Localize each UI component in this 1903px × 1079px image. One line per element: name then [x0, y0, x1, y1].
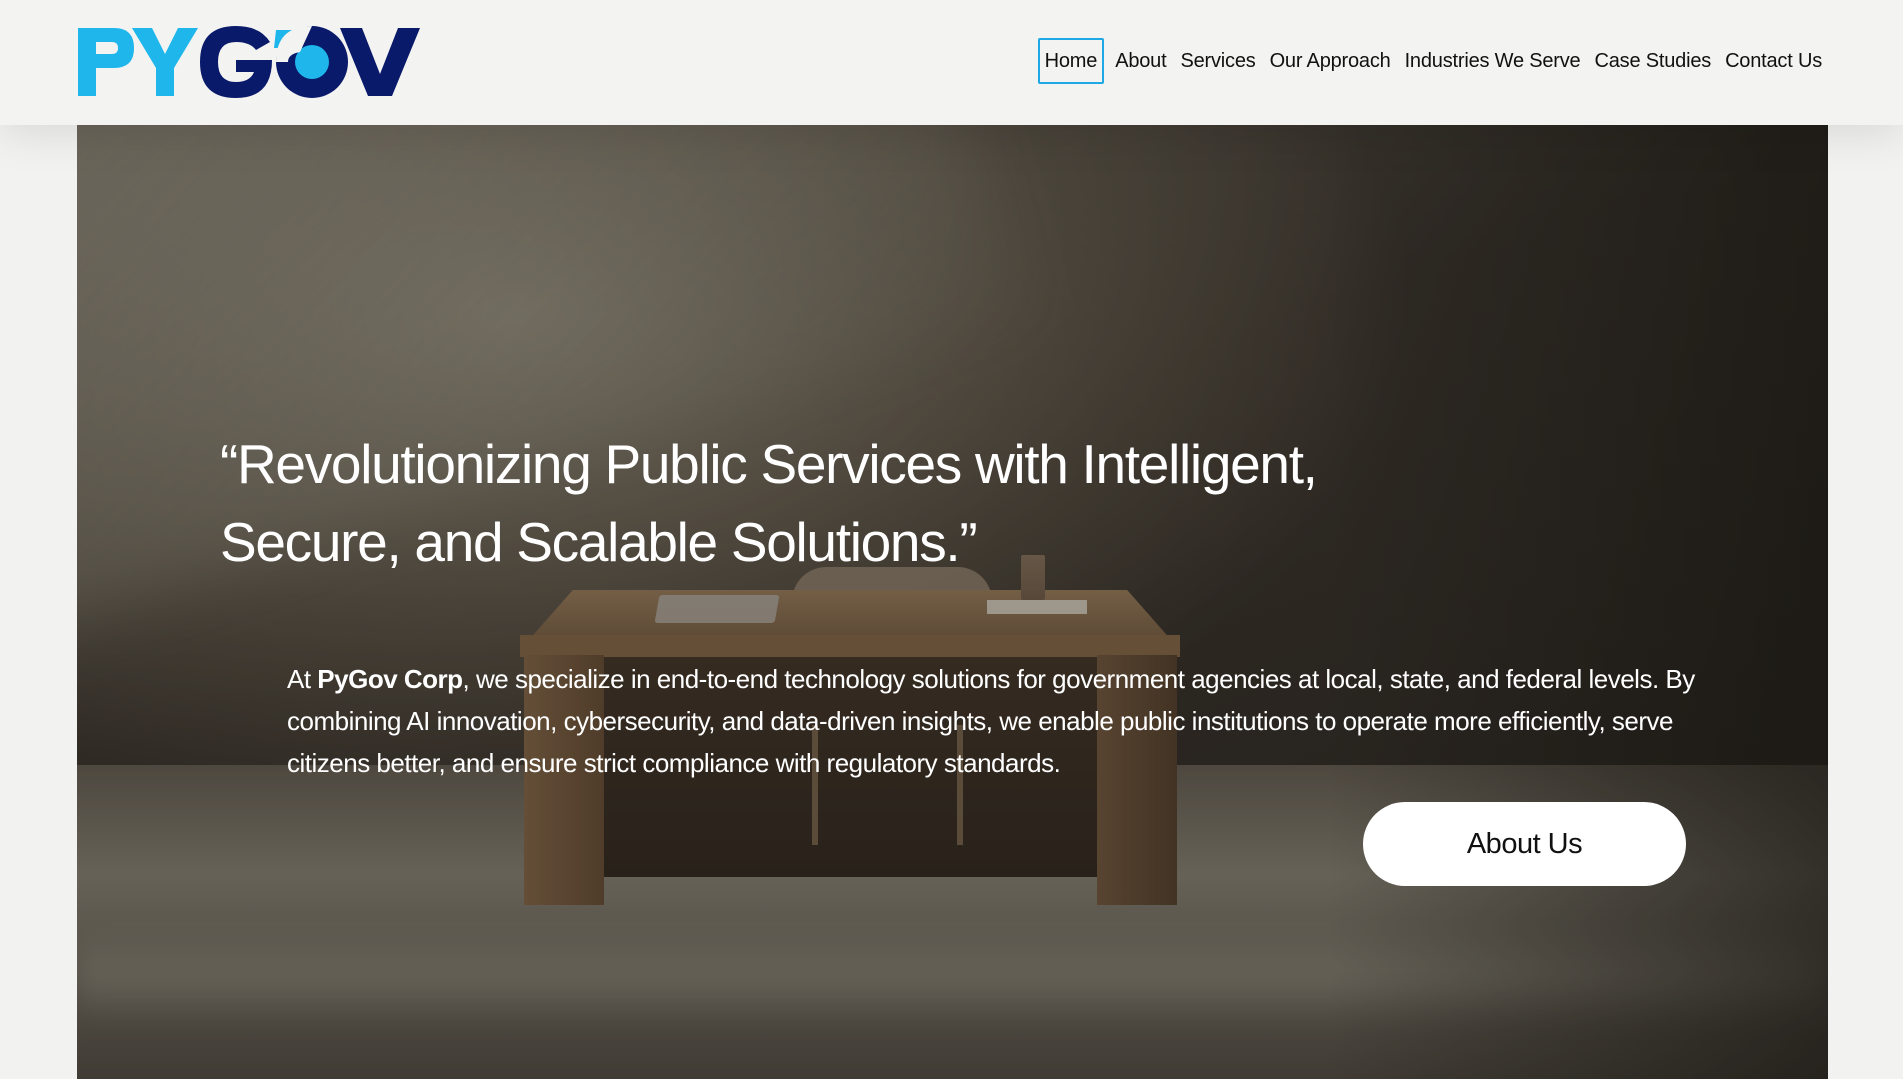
nav-our-approach-link[interactable]: Our Approach [1263, 38, 1398, 84]
intro-prefix: At [287, 664, 318, 694]
hero-section: “Revolutionizing Public Services with In… [77, 125, 1828, 1079]
site-header: Home About Services Our Approach Industr… [0, 0, 1903, 125]
pygov-logo[interactable] [78, 22, 423, 102]
main-nav: Home About Services Our Approach Industr… [1037, 38, 1829, 84]
intro-body: , we specialize in end-to-end technology… [287, 664, 1695, 778]
nav-industries-link[interactable]: Industries We Serve [1398, 38, 1588, 84]
nav-contact-us-link[interactable]: Contact Us [1718, 38, 1829, 84]
pygov-logo-mark [78, 26, 420, 98]
nav-case-studies-link[interactable]: Case Studies [1588, 38, 1719, 84]
intro-company-name: PyGov Corp [317, 664, 463, 694]
nav-services-link[interactable]: Services [1173, 38, 1262, 84]
about-us-button[interactable]: About Us [1363, 802, 1686, 886]
hero-intro-text: At PyGov Corp, we specialize in end-to-e… [287, 658, 1707, 784]
nav-about-link[interactable]: About [1108, 38, 1173, 84]
nav-home-link[interactable]: Home [1037, 38, 1105, 84]
hero-headline: “Revolutionizing Public Services with In… [220, 433, 1318, 573]
